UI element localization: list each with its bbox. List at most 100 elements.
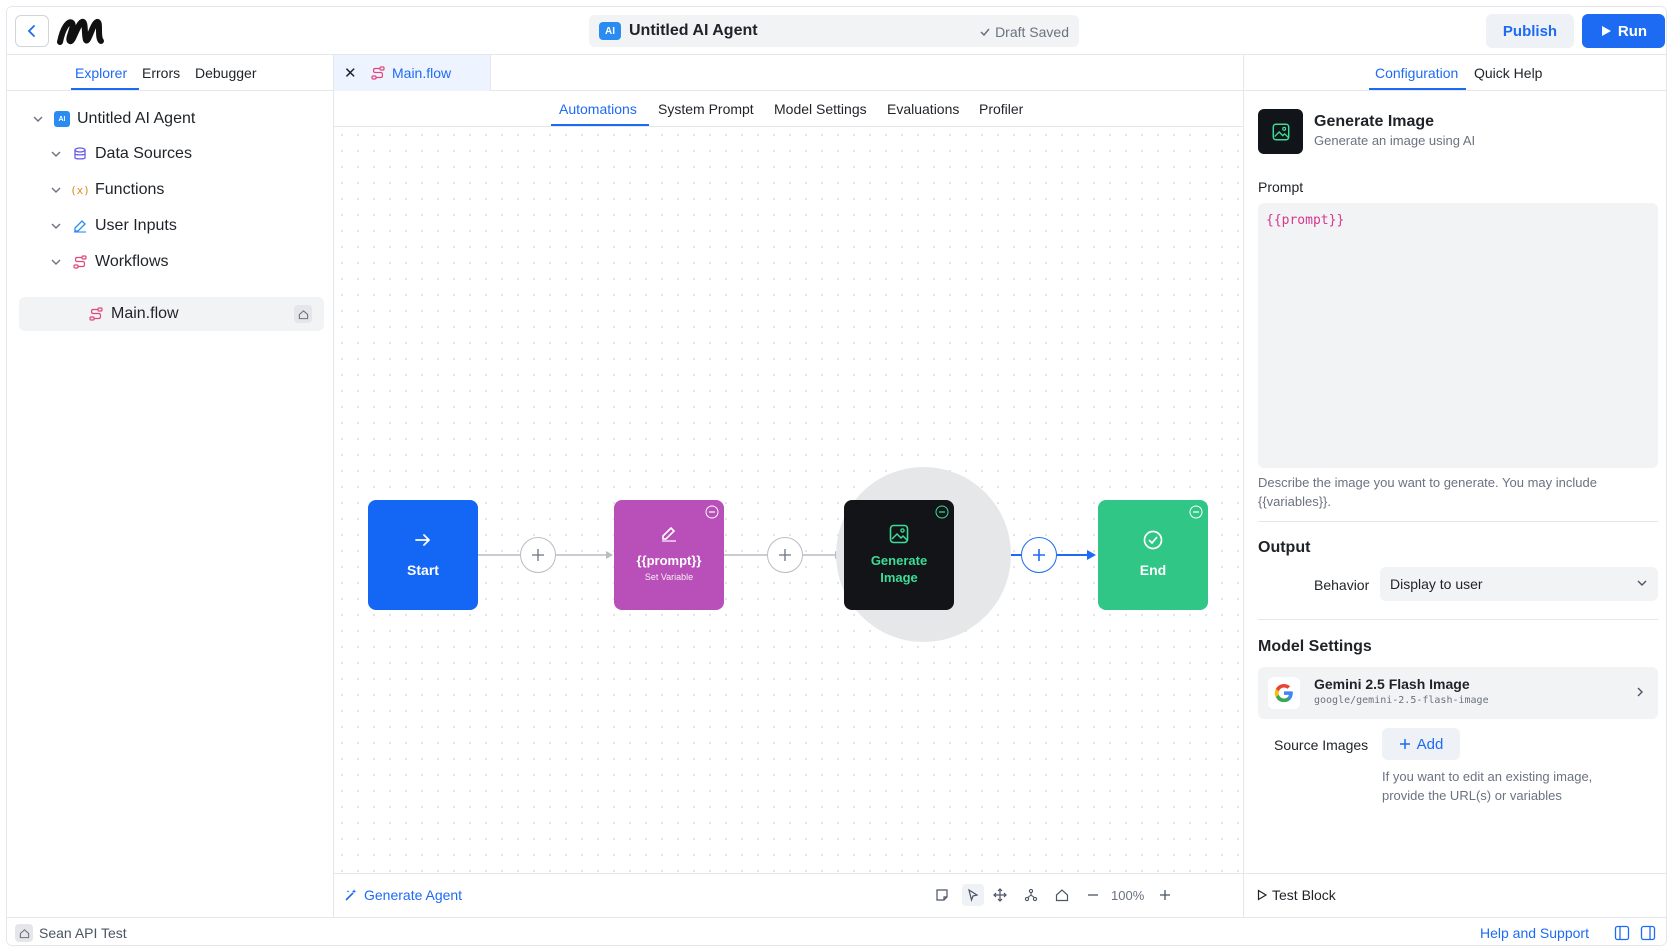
source-help-line: provide the URL(s) or variables <box>1382 788 1562 803</box>
model-selector[interactable]: Gemini 2.5 Flash Image google/gemini-2.5… <box>1258 667 1658 719</box>
right-panel-toggle-icon[interactable] <box>1640 925 1656 941</box>
file-tab-main-flow[interactable]: ✕ Main.flow <box>334 55 491 91</box>
tab-system-prompt[interactable]: System Prompt <box>658 101 754 117</box>
close-icon[interactable]: ✕ <box>344 64 357 82</box>
tree-item-user-inputs[interactable]: User Inputs <box>47 209 177 243</box>
minus-circle-icon[interactable] <box>935 505 949 519</box>
add-step-button[interactable] <box>1021 537 1057 573</box>
minus-circle-icon[interactable] <box>1189 505 1203 519</box>
behavior-select[interactable]: Display to user <box>1380 567 1658 601</box>
run-label: Run <box>1617 22 1648 40</box>
publish-button[interactable]: Publish <box>1486 14 1574 48</box>
left-panel-toggle-icon[interactable] <box>1614 925 1630 941</box>
app-logo[interactable] <box>57 17 107 45</box>
tab-model-settings[interactable]: Model Settings <box>774 101 867 117</box>
back-button[interactable] <box>15 15 49 47</box>
magic-wand-icon <box>345 889 357 901</box>
home-icon[interactable] <box>15 924 33 942</box>
tab-profiler[interactable]: Profiler <box>979 101 1023 117</box>
tab-explorer[interactable]: Explorer <box>75 65 127 81</box>
tree-root-label: Untitled AI Agent <box>77 110 196 127</box>
add-step-button[interactable] <box>767 537 803 573</box>
tab-debugger[interactable]: Debugger <box>195 65 257 81</box>
minus-circle-icon[interactable] <box>705 505 719 519</box>
chevron-down-icon[interactable] <box>47 257 65 267</box>
behavior-label: Behavior <box>1314 577 1370 593</box>
add-step-button[interactable] <box>520 537 556 573</box>
help-support-link[interactable]: Help and Support <box>1480 925 1589 941</box>
node-generate-image[interactable]: Generate Image <box>844 500 954 610</box>
flow-canvas[interactable]: Start {{prompt}} Set Variable Generate I… <box>334 127 1243 873</box>
source-images-label: Source Images <box>1274 737 1369 753</box>
source-help-line: If you want to edit an existing image, <box>1382 769 1593 784</box>
output-title: Output <box>1258 539 1311 556</box>
note-icon[interactable] <box>931 884 953 906</box>
sub-tabs: Automations System Prompt Model Settings… <box>334 91 1243 127</box>
prompt-help-line: {{variables}}. <box>1258 494 1332 509</box>
tab-errors[interactable]: Errors <box>142 65 180 81</box>
tree-item-functions[interactable]: (x) Functions <box>47 173 164 207</box>
draft-status-text: Draft Saved <box>995 24 1069 40</box>
node-start[interactable]: Start <box>368 500 478 610</box>
behavior-value: Display to user <box>1390 576 1483 592</box>
move-icon[interactable] <box>989 884 1011 906</box>
chevron-down-icon[interactable] <box>47 185 65 195</box>
play-outline-icon <box>1257 889 1268 901</box>
tab-configuration[interactable]: Configuration <box>1375 65 1458 81</box>
plus-icon <box>779 549 791 561</box>
database-icon <box>71 145 89 163</box>
model-name: Gemini 2.5 Flash Image <box>1314 676 1470 692</box>
tree-item-data-sources[interactable]: Data Sources <box>47 137 192 171</box>
tab-automations[interactable]: Automations <box>559 101 637 117</box>
draft-status: Draft Saved <box>979 24 1069 40</box>
tree-root[interactable]: AI Untitled AI Agent <box>29 102 195 136</box>
chevron-right-icon <box>1637 687 1643 697</box>
config-panel: Configuration Quick Help Generate Image … <box>1243 55 1666 917</box>
active-tab-indicator <box>1369 88 1466 90</box>
test-block-button[interactable]: Test Block <box>1256 887 1336 903</box>
check-circle-icon <box>1098 529 1208 551</box>
agent-icon: AI <box>53 110 71 128</box>
layout-icon[interactable] <box>1020 884 1042 906</box>
ai-badge: AI <box>599 22 621 40</box>
app-window: AI Untitled AI Agent Draft Saved Publish… <box>6 6 1667 946</box>
node-set-variable[interactable]: {{prompt}} Set Variable <box>614 500 724 610</box>
plus-icon <box>1399 739 1410 749</box>
canvas-toolbar: Generate Agent 100% <box>334 873 1243 917</box>
tab-evaluations[interactable]: Evaluations <box>887 101 959 117</box>
active-tab-indicator <box>71 88 139 90</box>
zoom-in-icon[interactable] <box>1154 884 1176 906</box>
tree-item-workflows[interactable]: Workflows <box>47 245 169 279</box>
tab-quick-help[interactable]: Quick Help <box>1474 65 1542 81</box>
add-label: Add <box>1416 735 1444 753</box>
home-icon[interactable] <box>1051 884 1073 906</box>
add-source-image-button[interactable]: Add <box>1382 728 1460 760</box>
tree-item-label: Data Sources <box>95 145 192 162</box>
generate-agent-button[interactable]: Generate Agent <box>344 887 462 903</box>
chevron-down-icon[interactable] <box>29 114 47 124</box>
home-icon[interactable] <box>294 305 312 323</box>
node-end[interactable]: End <box>1098 500 1208 610</box>
prompt-input[interactable]: {{prompt}} <box>1258 203 1658 468</box>
model-id: google/gemini-2.5-flash-image <box>1314 695 1489 706</box>
zoom-out-icon[interactable] <box>1082 884 1104 906</box>
run-button[interactable]: Run <box>1582 14 1665 48</box>
agent-title-pill[interactable]: AI Untitled AI Agent Draft Saved <box>589 15 1079 47</box>
tree-item-label: Main.flow <box>111 305 179 322</box>
chevron-down-icon[interactable] <box>47 149 65 159</box>
chevron-down-icon[interactable] <box>47 221 65 231</box>
node-label: Generate <box>870 553 928 568</box>
node-label: Start <box>407 562 439 578</box>
tree-item-main-flow[interactable]: Main.flow <box>87 297 179 331</box>
pointer-icon[interactable] <box>962 884 984 906</box>
right-tabs: Configuration Quick Help <box>1244 55 1666 91</box>
file-tab-label: Main.flow <box>392 65 452 81</box>
check-icon <box>980 28 990 37</box>
divider <box>1258 619 1658 620</box>
arrow-right-icon <box>368 530 478 550</box>
image-icon <box>1258 109 1303 154</box>
workspace-name[interactable]: Sean API Test <box>39 925 127 941</box>
node-label: Image <box>880 570 918 585</box>
model-settings-title: Model Settings <box>1258 638 1372 655</box>
file-tabs: ✕ Main.flow <box>334 55 1243 91</box>
